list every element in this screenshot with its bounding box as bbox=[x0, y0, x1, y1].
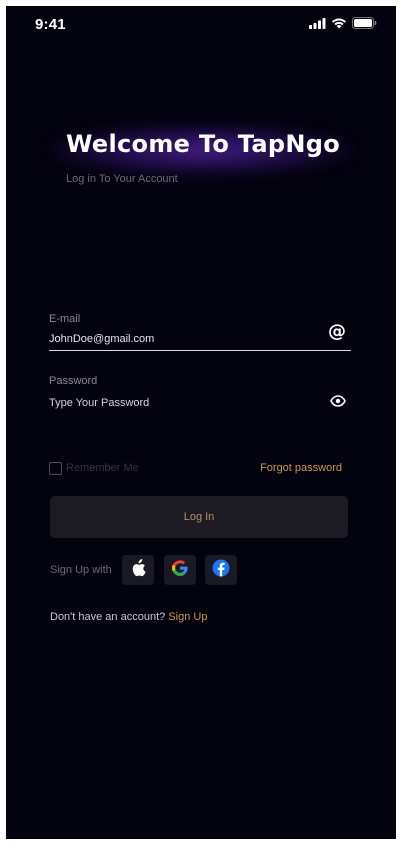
remember-label: Remember Me bbox=[66, 462, 139, 474]
signup-link[interactable]: Sign Up bbox=[168, 611, 207, 623]
at-icon: @ bbox=[328, 321, 346, 342]
battery-icon bbox=[352, 17, 377, 29]
facebook-signup-button[interactable] bbox=[205, 555, 237, 585]
page-title: Welcome To TapNgo bbox=[66, 130, 341, 158]
remember-checkbox[interactable] bbox=[49, 462, 62, 475]
status-bar: 9:41 bbox=[6, 6, 396, 44]
status-time: 9:41 bbox=[35, 16, 66, 33]
apple-signup-button[interactable] bbox=[122, 555, 154, 585]
login-button[interactable]: Log In bbox=[50, 496, 348, 538]
signal-icon bbox=[309, 17, 326, 29]
status-icons bbox=[309, 17, 377, 29]
page-subtitle: Log in To Your Account bbox=[66, 173, 178, 185]
signup-prompt: Don't have an account? Sign Up bbox=[50, 611, 207, 623]
password-field[interactable] bbox=[49, 394, 329, 412]
google-signup-button[interactable] bbox=[164, 555, 196, 585]
apple-icon bbox=[130, 558, 146, 582]
email-underline bbox=[49, 350, 351, 351]
email-label: E-mail bbox=[49, 313, 81, 325]
email-field[interactable] bbox=[49, 330, 329, 348]
signup-prompt-text: Don't have an account? bbox=[50, 611, 169, 623]
login-screen: 9:41 Welcome To TapNgo Log in To Your Ac… bbox=[6, 6, 396, 839]
wifi-icon bbox=[331, 17, 347, 29]
password-label: Password bbox=[49, 375, 98, 387]
google-icon bbox=[172, 559, 188, 581]
signup-with-label: Sign Up with bbox=[50, 564, 112, 576]
facebook-icon bbox=[212, 559, 230, 582]
forgot-password-link[interactable]: Forgot password bbox=[260, 462, 342, 474]
eye-icon[interactable] bbox=[330, 394, 346, 412]
